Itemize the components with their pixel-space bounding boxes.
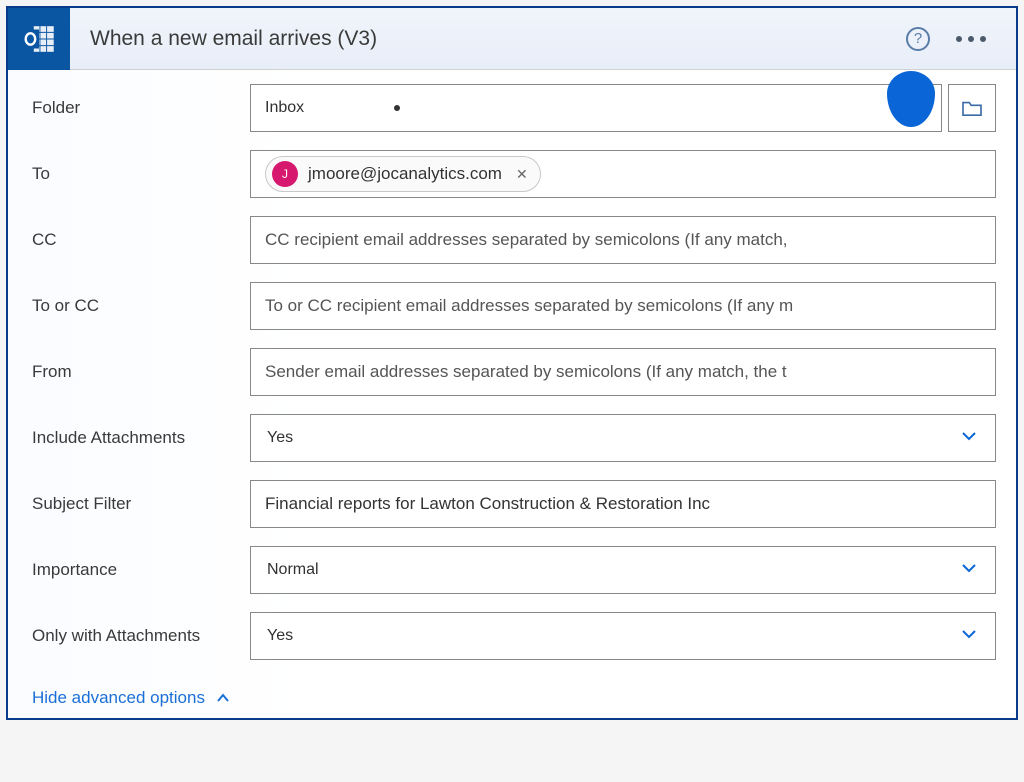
folder-input[interactable]: Inbox [250,84,942,132]
trigger-card: When a new email arrives (V3) ? Folder I… [6,6,1018,720]
cc-input[interactable]: CC recipient email addresses separated b… [250,216,996,264]
to-label: To [28,164,250,184]
more-menu-icon[interactable] [952,32,990,46]
hide-advanced-options-link[interactable]: Hide advanced options [28,688,231,708]
chevron-down-icon [959,624,979,649]
importance-label: Importance [28,560,250,580]
subject-filter-value: Financial reports for Lawton Constructio… [265,494,710,514]
only-with-attachments-value: Yes [267,627,293,645]
field-only-with-attachments: Only with Attachments Yes [28,612,996,660]
to-input[interactable]: J jmoore@jocanalytics.com ✕ [250,150,996,198]
chip-remove-icon[interactable]: ✕ [516,166,528,183]
card-title: When a new email arrives (V3) [70,27,906,51]
folder-value: Inbox [265,99,304,117]
to-or-cc-placeholder: To or CC recipient email addresses separ… [265,296,793,316]
field-include-attachments: Include Attachments Yes [28,414,996,462]
header-actions: ? [906,27,1016,51]
chevron-down-icon [959,558,979,583]
from-label: From [28,362,250,382]
to-or-cc-label: To or CC [28,296,250,316]
only-with-attachments-label: Only with Attachments [28,626,250,646]
help-icon[interactable]: ? [906,27,930,51]
subject-filter-label: Subject Filter [28,494,250,514]
field-subject-filter: Subject Filter Financial reports for Law… [28,480,996,528]
cc-placeholder: CC recipient email addresses separated b… [265,230,788,250]
dot-icon [394,105,400,111]
folder-picker-button[interactable] [948,84,996,132]
outlook-icon [8,8,70,70]
card-body: Folder Inbox To J [8,70,1016,718]
include-attachments-select[interactable]: Yes [250,414,996,462]
field-folder: Folder Inbox [28,84,996,132]
to-or-cc-input[interactable]: To or CC recipient email addresses separ… [250,282,996,330]
recipient-chip: J jmoore@jocanalytics.com ✕ [265,156,541,192]
folder-label: Folder [28,98,250,118]
field-importance: Importance Normal [28,546,996,594]
field-cc: CC CC recipient email addresses separate… [28,216,996,264]
field-to-or-cc: To or CC To or CC recipient email addres… [28,282,996,330]
chip-email: jmoore@jocanalytics.com [308,164,502,184]
chevron-down-icon [959,426,979,451]
include-attachments-label: Include Attachments [28,428,250,448]
chevron-up-icon [215,690,231,706]
field-from: From Sender email addresses separated by… [28,348,996,396]
avatar: J [272,161,298,187]
field-to: To J jmoore@jocanalytics.com ✕ [28,150,996,198]
importance-select[interactable]: Normal [250,546,996,594]
dynamic-content-button[interactable] [887,71,935,127]
hide-advanced-label: Hide advanced options [32,688,205,708]
include-attachments-value: Yes [267,429,293,447]
only-with-attachments-select[interactable]: Yes [250,612,996,660]
card-header: When a new email arrives (V3) ? [8,8,1016,70]
from-input[interactable]: Sender email addresses separated by semi… [250,348,996,396]
importance-value: Normal [267,561,319,579]
subject-filter-input[interactable]: Financial reports for Lawton Constructio… [250,480,996,528]
cc-label: CC [28,230,250,250]
from-placeholder: Sender email addresses separated by semi… [265,362,787,382]
